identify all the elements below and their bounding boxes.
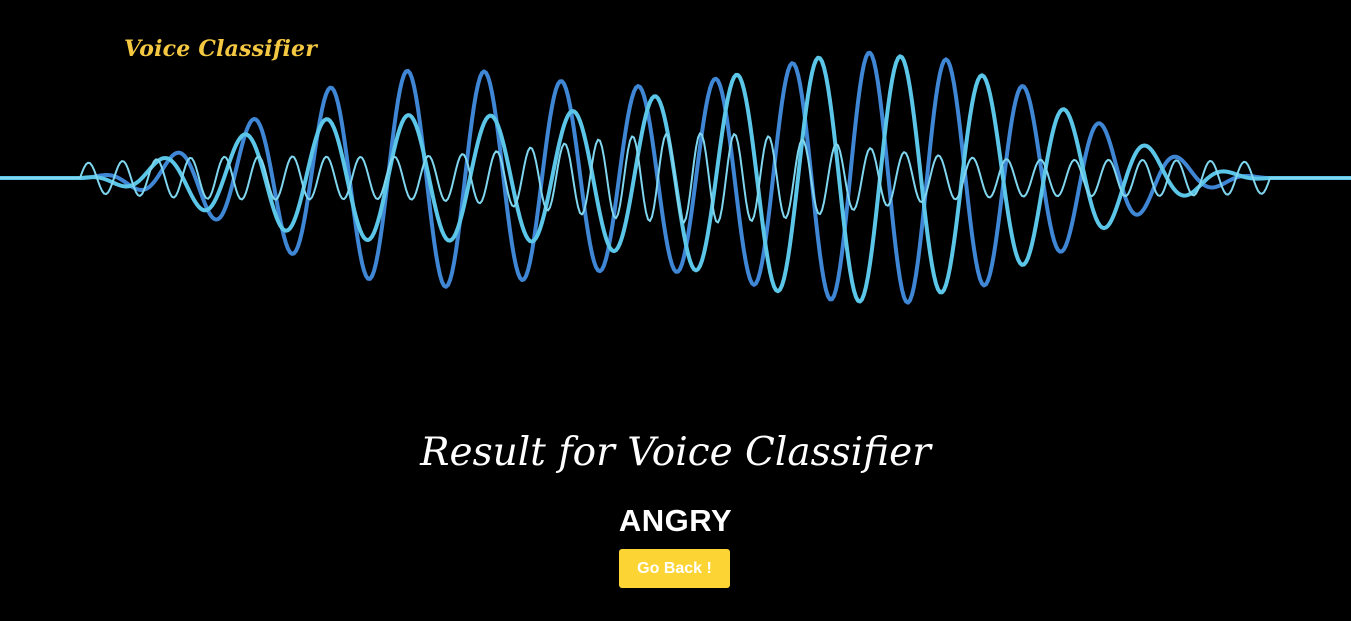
go-back-button[interactable]: Go Back ! [619,549,730,588]
page-title: Result for Voice Classifier [420,430,931,475]
brand-logo-link[interactable]: Voice Classifier [124,36,317,62]
classification-result: ANGRY [618,503,733,538]
page: Voice Classifier Result for Voice Classi… [0,0,1351,621]
